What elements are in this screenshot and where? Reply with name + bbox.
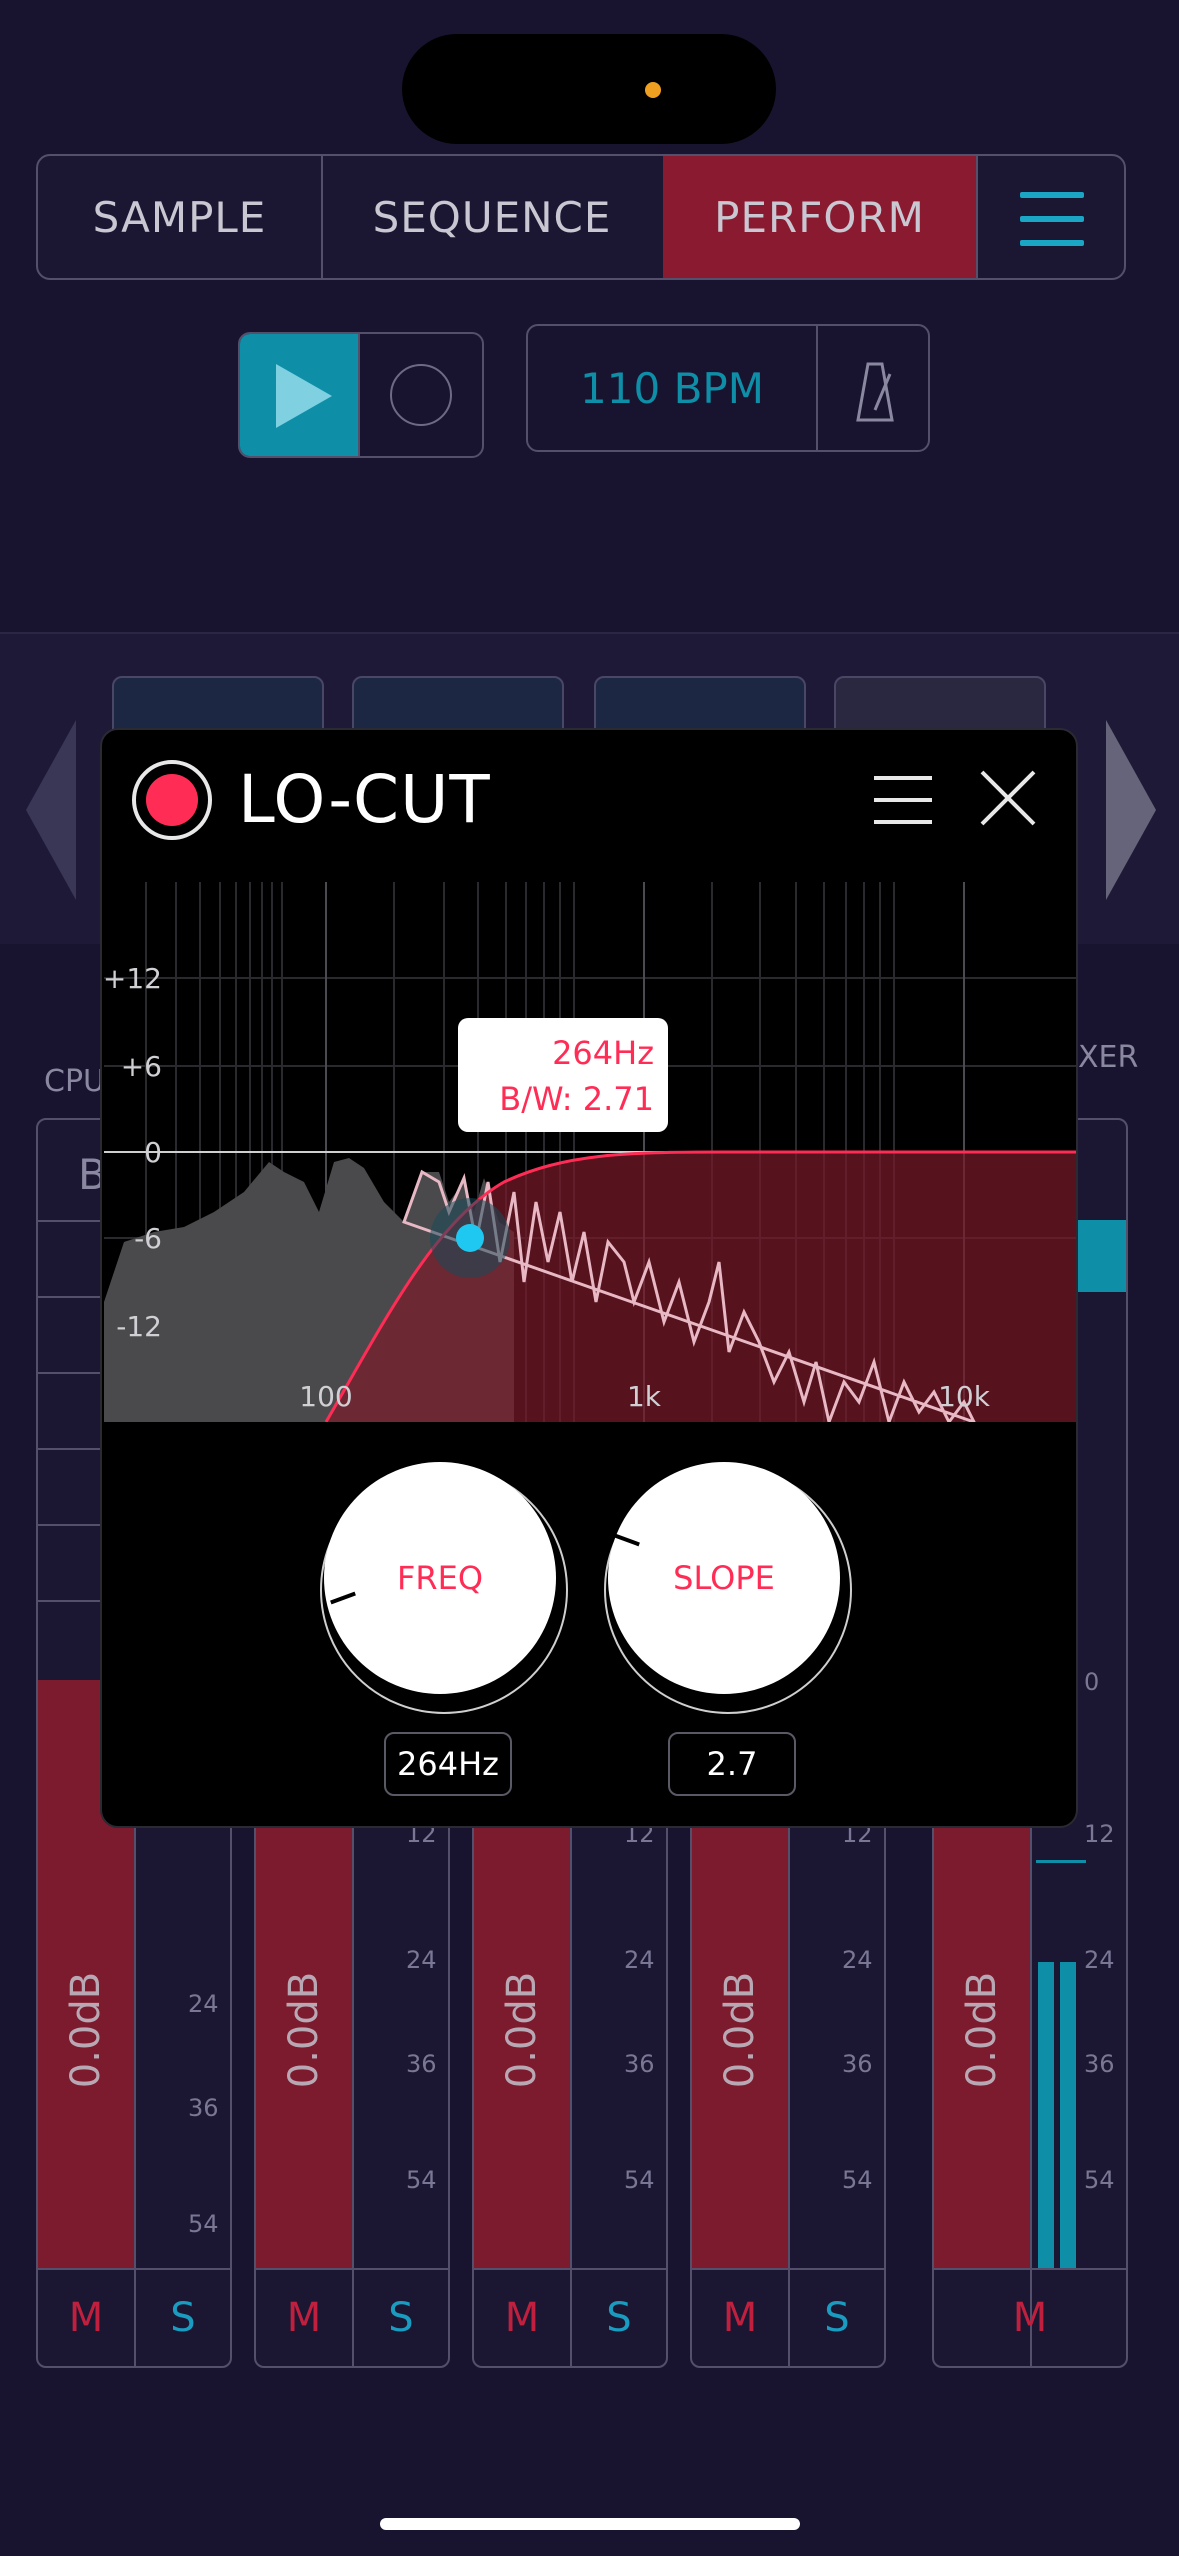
- scale-label: 24: [188, 1990, 219, 2018]
- scale-label: 36: [624, 2050, 655, 2078]
- channel-gain: 0.0dB: [63, 1971, 110, 2089]
- channel-gain: 0.0dB: [499, 1971, 546, 2089]
- scale-label: 36: [842, 2050, 873, 2078]
- scale-label: 36: [1084, 2050, 1115, 2078]
- popup-title: LO-CUT: [238, 761, 491, 838]
- level-meter-left: [1038, 1962, 1054, 2270]
- privacy-indicator-dot: [645, 82, 661, 98]
- tooltip-bandwidth: B/W: 2.71: [499, 1080, 654, 1118]
- freq-knob[interactable]: FREQ: [324, 1462, 556, 1694]
- y-label: -12: [116, 1310, 162, 1343]
- scale-label: 0: [1084, 1668, 1100, 1696]
- next-arrow-icon[interactable]: [1106, 720, 1156, 900]
- freq-value-field[interactable]: 264Hz: [384, 1732, 512, 1796]
- dynamic-island: [402, 34, 776, 144]
- main-menu-button[interactable]: [976, 156, 1124, 278]
- transport-controls: [238, 332, 484, 458]
- mute-button[interactable]: M: [692, 2270, 788, 2366]
- master-mute-button[interactable]: M: [934, 2270, 1126, 2366]
- scale-label: 36: [188, 2094, 219, 2122]
- power-button[interactable]: [132, 760, 212, 840]
- metronome-button[interactable]: [816, 326, 928, 450]
- x-label: 1k: [627, 1380, 662, 1413]
- scale-label: 24: [406, 1946, 437, 1974]
- slope-knob[interactable]: SLOPE: [608, 1462, 840, 1694]
- tempo-control: 110 BPM: [526, 324, 930, 452]
- solo-button[interactable]: S: [136, 2270, 230, 2366]
- master-gain: 0.0dB: [959, 1971, 1006, 2089]
- home-indicator[interactable]: [380, 2518, 800, 2530]
- scale-label: 12: [1084, 1820, 1115, 1848]
- master-indicator: [1074, 1220, 1126, 1292]
- previous-arrow-icon[interactable]: [26, 720, 76, 900]
- scale-label: 54: [842, 2166, 873, 2194]
- tooltip-frequency: 264Hz: [552, 1034, 654, 1072]
- y-label: 0: [144, 1136, 162, 1169]
- x-label: 10k: [938, 1380, 991, 1413]
- hamburger-icon: [978, 156, 1124, 278]
- record-icon: [390, 364, 452, 426]
- scale-label: 54: [406, 2166, 437, 2194]
- x-label: 100: [299, 1380, 352, 1413]
- play-icon: [276, 364, 332, 428]
- tab-perform[interactable]: PERFORM: [663, 156, 976, 278]
- mute-button[interactable]: M: [256, 2270, 352, 2366]
- top-nav: SAMPLE SEQUENCE PERFORM: [36, 154, 1126, 280]
- slope-knob-label: SLOPE: [673, 1559, 775, 1597]
- metronome-icon: [856, 362, 894, 422]
- mixer-label: XER: [1078, 1040, 1139, 1075]
- y-label: +12: [104, 962, 162, 995]
- channel-gain: 0.0dB: [281, 1971, 328, 2089]
- scale-label: 54: [1084, 2166, 1115, 2194]
- close-icon[interactable]: [978, 768, 1038, 828]
- scale-label: 54: [188, 2210, 219, 2238]
- tab-sample[interactable]: SAMPLE: [38, 156, 323, 278]
- record-button[interactable]: [358, 334, 482, 456]
- y-label: +6: [121, 1050, 162, 1083]
- solo-button[interactable]: S: [354, 2270, 448, 2366]
- level-meter-right: [1060, 1962, 1076, 2270]
- tab-sequence[interactable]: SEQUENCE: [321, 156, 663, 278]
- filter-handle-icon: [456, 1224, 484, 1252]
- y-label: -6: [134, 1222, 162, 1255]
- bpm-button[interactable]: 110 BPM: [528, 326, 816, 450]
- freq-knob-label: FREQ: [396, 1559, 484, 1597]
- scale-label: 24: [624, 1946, 655, 1974]
- solo-button[interactable]: S: [790, 2270, 884, 2366]
- scale-label: 24: [1084, 1946, 1115, 1974]
- cpu-label: CPU: [44, 1064, 105, 1099]
- play-button[interactable]: [240, 334, 358, 456]
- channel-gain: 0.0dB: [717, 1971, 764, 2089]
- peak-hold-line: [1036, 1860, 1086, 1863]
- slope-value-field[interactable]: 2.7: [668, 1732, 796, 1796]
- solo-button[interactable]: S: [572, 2270, 666, 2366]
- scale-label: 54: [624, 2166, 655, 2194]
- scale-label: 24: [842, 1946, 873, 1974]
- mute-button[interactable]: M: [38, 2270, 134, 2366]
- lo-cut-popup: LO-CUT +12 +6 0 -6 -12 100 1k 10k 264Hz …: [100, 728, 1078, 1828]
- frequency-tooltip: 264Hz B/W: 2.71: [458, 1018, 668, 1132]
- power-icon: [146, 774, 198, 826]
- menu-icon[interactable]: [874, 774, 932, 826]
- eq-graph[interactable]: +12 +6 0 -6 -12 100 1k 10k: [104, 882, 1076, 1422]
- mute-button[interactable]: M: [474, 2270, 570, 2366]
- scale-label: 36: [406, 2050, 437, 2078]
